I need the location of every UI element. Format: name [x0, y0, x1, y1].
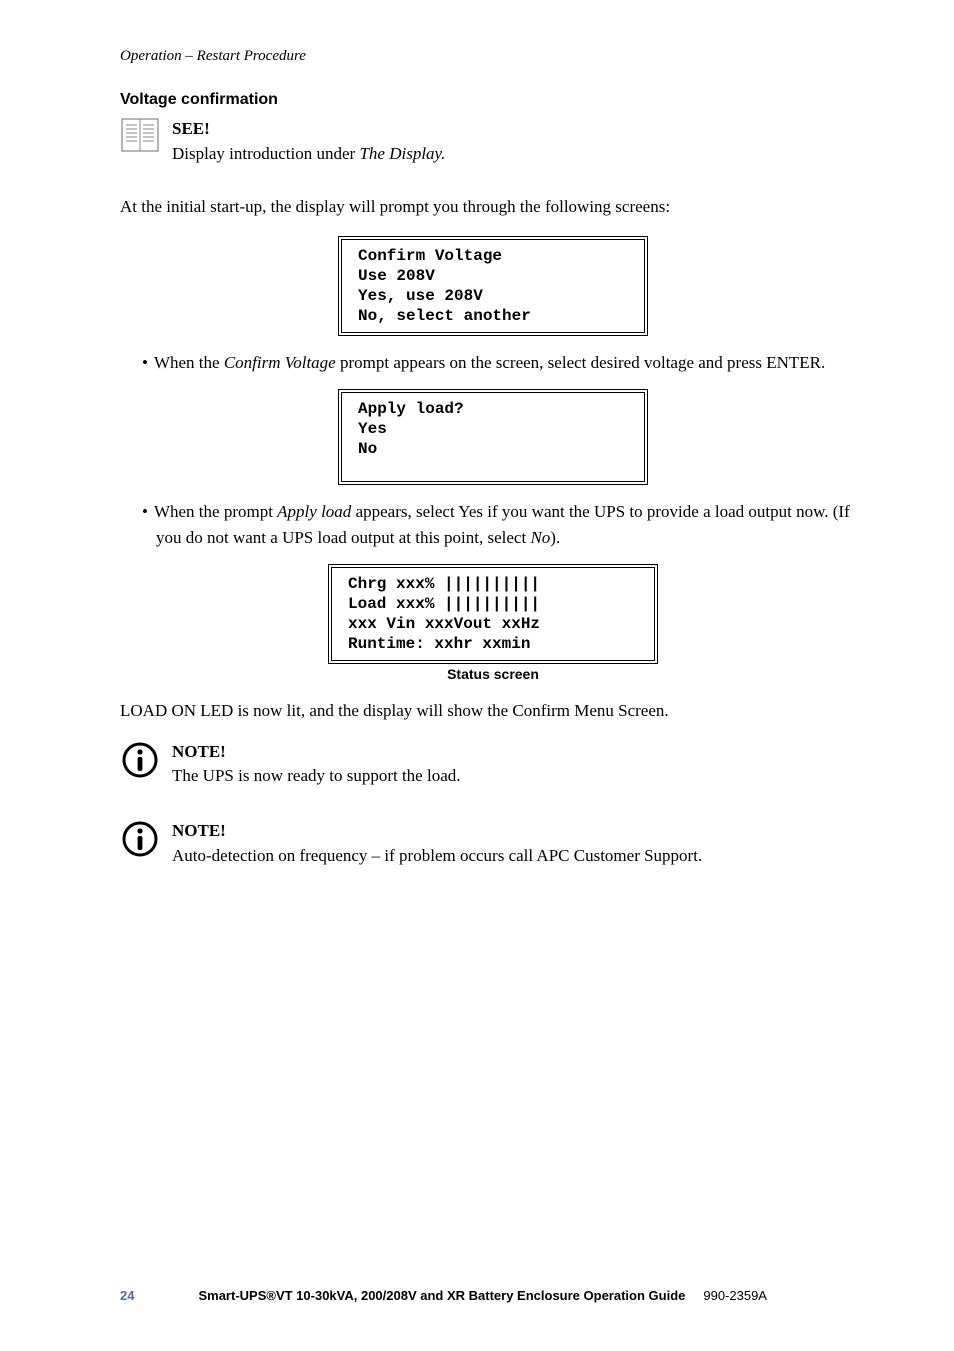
screen-line: Runtime: xxhr xxmin: [348, 634, 638, 654]
screen-line: Load xxx% ||||||||||: [348, 594, 638, 614]
footer-title: Smart-UPS®VT 10-30kVA, 200/208V and XR B…: [198, 1288, 685, 1303]
page-number: 24: [120, 1288, 134, 1303]
note-callout-1: NOTE! The UPS is now ready to support th…: [120, 740, 866, 789]
screen-line: Use 208V: [358, 266, 628, 286]
screen-line: Yes, use 208V: [358, 286, 628, 306]
subsection-title: Voltage confirmation: [120, 91, 866, 109]
note2-label: NOTE!: [172, 819, 866, 844]
see-callout: SEE! Display introduction under The Disp…: [120, 117, 866, 166]
see-text-a: Display introduction under: [172, 144, 359, 163]
note1-label: NOTE!: [172, 740, 866, 765]
intro-para: At the initial start-up, the display wil…: [120, 194, 866, 220]
note2-text: Auto-detection on frequency – if problem…: [172, 846, 702, 865]
see-ref-icon: [120, 117, 160, 153]
screen-line: No: [358, 439, 628, 459]
see-text-b: The Display.: [359, 144, 445, 163]
bullet-confirm-voltage: •When the Confirm Voltage prompt appears…: [142, 350, 866, 376]
bullet1-a: When the: [154, 353, 224, 372]
screen-line: xxx Vin xxxVout xxHz: [348, 614, 638, 634]
footer-docnum: 990-2359A: [703, 1288, 767, 1303]
bullet-apply-load: •When the prompt Apply load appears, sel…: [142, 499, 866, 550]
screen-confirm-voltage: Confirm Voltage Use 208V Yes, use 208V N…: [338, 236, 648, 336]
note-icon: [120, 819, 160, 859]
bullet2-e: ).: [550, 528, 560, 547]
bullet1-c: prompt appears on the screen, select des…: [336, 353, 826, 372]
screen-line: Yes: [358, 419, 628, 439]
screen-status-caption: Status screen: [447, 666, 539, 682]
note-callout-2: NOTE! Auto-detection on frequency – if p…: [120, 819, 866, 868]
see-label: SEE!: [172, 117, 866, 142]
bullet2-d: No: [530, 528, 550, 547]
note1-text: The UPS is now ready to support the load…: [172, 766, 461, 785]
screen-status: Chrg xxx% |||||||||| Load xxx% |||||||||…: [328, 564, 658, 664]
footer: 24 Smart-UPS®VT 10-30kVA, 200/208V and X…: [120, 1288, 866, 1303]
bullet2-a: When the prompt: [154, 502, 277, 521]
screen-line: Chrg xxx% ||||||||||: [348, 574, 638, 594]
load-on-para: LOAD ON LED is now lit, and the display …: [120, 698, 866, 724]
screen-line: Confirm Voltage: [358, 246, 628, 266]
bullet-dot: •: [142, 502, 154, 521]
note-icon: [120, 740, 160, 780]
bullet-dot: •: [142, 353, 154, 372]
bullet2-b: Apply load: [277, 502, 351, 521]
bullet1-b: Confirm Voltage: [224, 353, 336, 372]
screen-line: No, select another: [358, 306, 628, 326]
screen-apply-load: Apply load? Yes No: [338, 389, 648, 485]
running-head: Operation – Restart Procedure: [120, 48, 866, 65]
screen-line: Apply load?: [358, 399, 628, 419]
